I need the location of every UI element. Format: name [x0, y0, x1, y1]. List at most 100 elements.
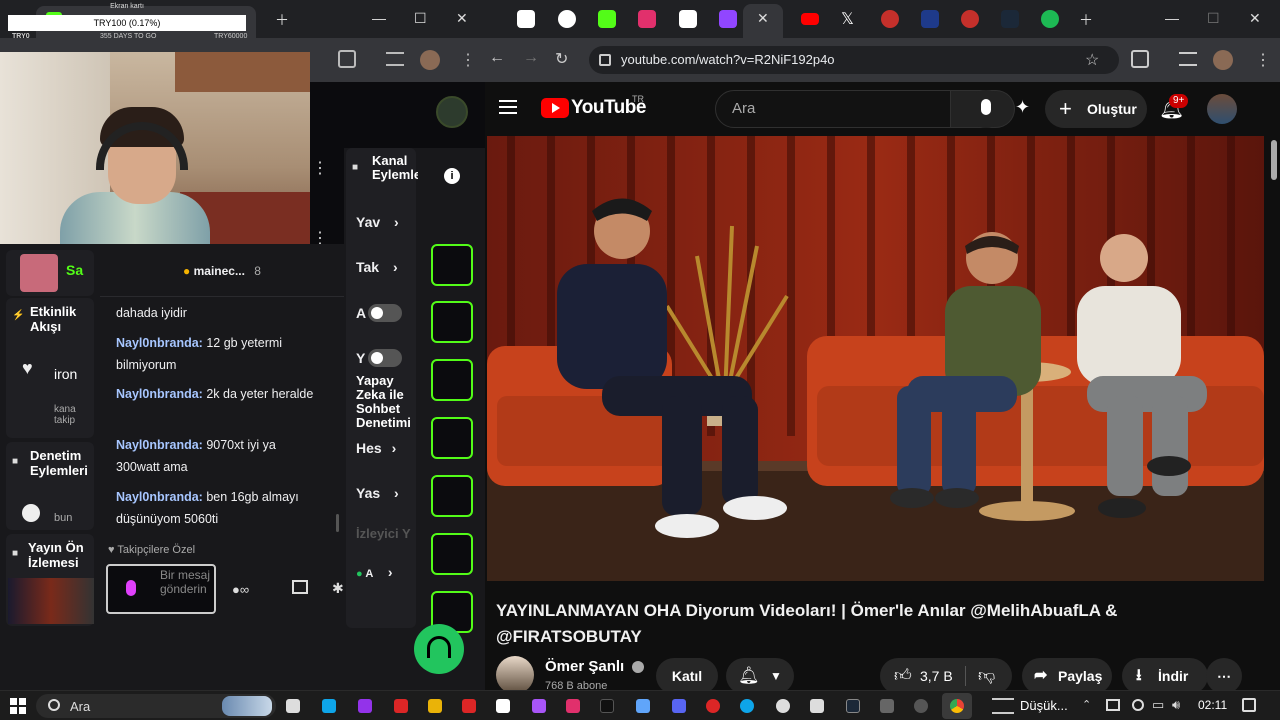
- profile-avatar[interactable]: [420, 50, 440, 70]
- instagram-tab-icon[interactable]: [638, 10, 656, 28]
- tab-icon[interactable]: [881, 10, 899, 28]
- language-icon[interactable]: [1132, 699, 1144, 711]
- like-count[interactable]: 3,7 B: [920, 658, 953, 694]
- taskbar-app-icon[interactable]: [706, 699, 720, 713]
- youtube-logo-icon[interactable]: [541, 98, 569, 118]
- notes-button[interactable]: [431, 359, 473, 401]
- channel-action-item[interactable]: Yav ›: [356, 214, 399, 230]
- channel-action-item[interactable]: Tak ›: [356, 259, 398, 275]
- chat-menu-icon[interactable]: ⋮: [312, 158, 328, 178]
- hamburger-icon[interactable]: [499, 100, 517, 114]
- weather-icon[interactable]: [992, 698, 1014, 714]
- chrome-taskbar-button[interactable]: [942, 693, 972, 719]
- taskbar-app-icon[interactable]: [810, 699, 824, 713]
- channel-toggle[interactable]: [368, 304, 402, 322]
- media-icon[interactable]: [386, 52, 404, 66]
- back-icon[interactable]: ←: [489, 49, 505, 67]
- page-scrollbar[interactable]: [1271, 140, 1277, 180]
- x-tab-icon[interactable]: 𝕏: [841, 9, 854, 29]
- tab-icon[interactable]: [679, 10, 697, 28]
- extensions-icon[interactable]: [1131, 50, 1149, 68]
- subscribed-bell-button[interactable]: 🔔︎ ▼: [726, 658, 794, 694]
- steam-tab-icon[interactable]: [1001, 10, 1019, 28]
- forward-icon[interactable]: →: [523, 49, 539, 67]
- channel-action-item[interactable]: ● A ›: [356, 564, 393, 580]
- maximize-icon[interactable]: ☐: [414, 10, 427, 27]
- gmail-tab-icon[interactable]: [517, 10, 535, 28]
- tab-icon[interactable]: [558, 10, 576, 28]
- chat-input[interactable]: Bir mesaj gönderin: [106, 564, 216, 614]
- taskbar-app-icon[interactable]: [776, 699, 790, 713]
- youtube-tab-icon[interactable]: [801, 13, 819, 25]
- channel-avatar[interactable]: [496, 656, 534, 694]
- taskbar-app-icon[interactable]: [636, 699, 650, 713]
- display-icon[interactable]: [1106, 699, 1120, 711]
- dislike-icon[interactable]: 👎︎: [978, 658, 995, 694]
- ai-mod-toggle[interactable]: [368, 349, 402, 367]
- channel-action-item[interactable]: Hes ›: [356, 440, 396, 456]
- tiktok-icon[interactable]: [600, 699, 614, 713]
- discord-icon[interactable]: [672, 699, 686, 713]
- info-icon[interactable]: i: [444, 168, 460, 184]
- top-user-card[interactable]: Sa: [6, 250, 94, 296]
- taskbar-app-icon[interactable]: [532, 699, 546, 713]
- file-explorer-icon[interactable]: [428, 699, 442, 713]
- channel-name-row[interactable]: Ömer Şanlı: [545, 658, 645, 675]
- site-info-icon[interactable]: [599, 54, 611, 66]
- mic-icon[interactable]: [126, 580, 136, 596]
- tray-chevron-icon[interactable]: ⌃: [1082, 698, 1091, 711]
- channel-name[interactable]: Ömer Şanlı: [545, 658, 624, 675]
- url-bar[interactable]: youtube.com/watch?v=R2NiF192p4o: [589, 46, 1119, 74]
- close-icon[interactable]: ✕: [1249, 10, 1261, 27]
- account-avatar[interactable]: [1207, 94, 1237, 124]
- more-actions-button[interactable]: ⋯: [1206, 658, 1242, 694]
- create-button[interactable]: + Oluştur: [1045, 90, 1147, 128]
- stream-preview-thumb[interactable]: [8, 578, 94, 624]
- like-icon[interactable]: 👍︎: [894, 658, 912, 694]
- media-icon[interactable]: [1179, 52, 1197, 66]
- taskbar-app-icon[interactable]: [322, 699, 336, 713]
- taskbar-app-icon[interactable]: [496, 699, 510, 713]
- profile-avatar[interactable]: [1213, 50, 1233, 70]
- menu-dots-icon[interactable]: ⋮: [1255, 50, 1271, 70]
- tab-icon[interactable]: [921, 10, 939, 28]
- taskbar-app-icon[interactable]: [880, 699, 894, 713]
- tab-icon[interactable]: [961, 10, 979, 28]
- chat-username[interactable]: Nayl0nbranda: [116, 490, 199, 504]
- clock[interactable]: 02:11: [1198, 698, 1227, 712]
- bookmark-icon[interactable]: ☆: [1085, 50, 1099, 70]
- chat-scrollbar[interactable]: [336, 514, 339, 532]
- join-button[interactable]: Katıl: [656, 658, 718, 694]
- minimize-icon[interactable]: —: [1165, 10, 1179, 26]
- new-tab-icon[interactable]: ＋: [275, 10, 289, 30]
- close-icon[interactable]: ✕: [456, 10, 468, 27]
- weather-text[interactable]: Düşük...: [1020, 698, 1068, 713]
- extensions-icon[interactable]: [338, 50, 356, 68]
- taskbar-app-icon[interactable]: [462, 699, 476, 713]
- notification-center-icon[interactable]: [1242, 698, 1256, 712]
- taskbar-app-icon[interactable]: [914, 699, 928, 713]
- sparkle-icon[interactable]: ✦: [1015, 97, 1030, 118]
- maximize-icon[interactable]: ☐: [1207, 10, 1220, 27]
- kick-tab-icon[interactable]: [598, 10, 616, 28]
- spotify-tab-icon[interactable]: [1041, 10, 1059, 28]
- video-player[interactable]: [487, 136, 1264, 581]
- steam-icon[interactable]: [846, 699, 860, 713]
- taskbar-search[interactable]: Ara: [36, 694, 276, 718]
- broadcast-button[interactable]: [431, 475, 473, 517]
- search-input[interactable]: Ara: [715, 90, 951, 128]
- chat-username[interactable]: Nayl0nbranda: [116, 438, 199, 452]
- chat-username[interactable]: Nayl0nbranda: [116, 387, 199, 401]
- chat-username[interactable]: Nayl0nbranda: [116, 336, 199, 350]
- clip-button[interactable]: [431, 244, 473, 286]
- task-view-icon[interactable]: [286, 699, 300, 713]
- store-icon[interactable]: [292, 580, 308, 594]
- volume-icon[interactable]: 🔊︎: [1172, 697, 1180, 713]
- twitch-tab-icon[interactable]: [719, 10, 737, 28]
- minimize-icon[interactable]: —: [372, 10, 386, 26]
- active-tab[interactable]: ✕: [743, 4, 783, 38]
- network-icon[interactable]: ▭: [1152, 697, 1164, 713]
- pinned-bar[interactable]: ● mainec... 8: [100, 264, 344, 278]
- share-button[interactable]: ➦ Paylaş: [1022, 658, 1112, 694]
- chat-button[interactable]: [431, 417, 473, 459]
